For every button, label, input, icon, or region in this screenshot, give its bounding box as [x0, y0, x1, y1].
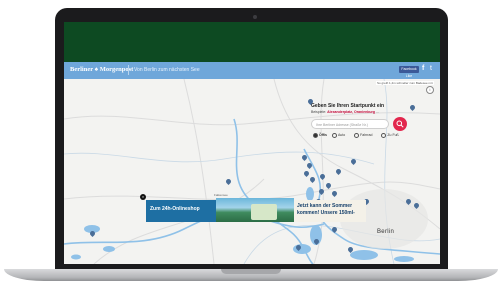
ad-shop-text: Zum 24h-Onlineshop — [150, 206, 200, 212]
radio-selected-icon — [313, 133, 318, 138]
start-point-panel: Geben Sie Ihren Startpunkt ein Beispiele… — [308, 101, 414, 157]
laptop-notch — [221, 269, 281, 274]
hint-prefix: Beispiele: — [311, 110, 328, 114]
ad-right-panel: Jetzt kann der Sommer kommen! Unsere 150… — [294, 200, 366, 222]
ad-banner[interactable]: Zum 24h-Onlineshop Jetzt kann der Sommer… — [146, 198, 366, 222]
header-divider — [128, 65, 129, 75]
transport-modes: Öffis Auto Fahrrad Zu Fuß — [313, 133, 407, 138]
address-input[interactable]: Ihre Berliner Adresse (Straße Nr.) — [311, 119, 389, 129]
radio-icon — [331, 133, 337, 138]
camera-icon — [253, 15, 257, 19]
finder-hint: Beispiele: Alexanderplatz, Oranienburg .… — [311, 110, 379, 114]
mode-label: Fahrrad — [360, 133, 373, 138]
ad-headline-line2: kommen! Unsere 150ml- — [297, 209, 355, 216]
mode-oepnv[interactable]: Öffis — [313, 133, 327, 138]
browser-screen: Berliner ♠ Morgenpost Von Berlin zum näc… — [64, 22, 440, 264]
facebook-like-button[interactable]: Facebook Like — [399, 66, 419, 78]
search-icon — [396, 120, 404, 128]
lake-map[interactable]: So greift 1,4m schneller zum Badesee mit… — [64, 79, 440, 264]
mode-auto[interactable]: Auto — [331, 133, 349, 138]
radio-icon — [354, 133, 360, 138]
mode-zu-fuss[interactable]: Zu Fuß — [381, 133, 402, 138]
search-button[interactable] — [393, 117, 407, 131]
site-header: Berliner ♠ Morgenpost Von Berlin zum näc… — [64, 62, 440, 79]
ad-product-image — [251, 204, 277, 220]
page-subtitle: Von Berlin zum nächsten See — [134, 66, 200, 73]
twitter-icon[interactable]: t — [430, 65, 432, 72]
mode-label: Öffis — [319, 133, 327, 138]
mode-fahrrad[interactable]: Fahrrad — [354, 133, 376, 138]
mode-label: Zu Fuß — [387, 133, 399, 138]
hint-suffix: ... — [375, 110, 379, 114]
ad-headline-line1: Jetzt kann der Sommer — [297, 203, 353, 209]
radio-icon — [381, 133, 387, 138]
site-brand[interactable]: Berliner ♠ Morgenpost — [70, 66, 133, 73]
top-banner — [64, 22, 440, 62]
hint-examples: Alexanderplatz, Oranienburg — [327, 110, 375, 114]
town-label: Falkensee — [214, 193, 228, 197]
map-notice: So greift 1,4m schneller zum Badesee mit — [376, 81, 434, 85]
info-icon[interactable]: i — [426, 86, 434, 94]
facebook-icon[interactable]: f — [422, 65, 424, 72]
mode-label: Auto — [337, 133, 346, 138]
city-label-berlin: Berlin — [377, 229, 395, 235]
finder-title: Geben Sie Ihren Startpunkt ein — [311, 103, 385, 109]
ad-left-panel: Zum 24h-Onlineshop — [146, 200, 216, 222]
ad-headline: Jetzt kann der Sommer kommen! Unsere 150… — [297, 203, 355, 216]
